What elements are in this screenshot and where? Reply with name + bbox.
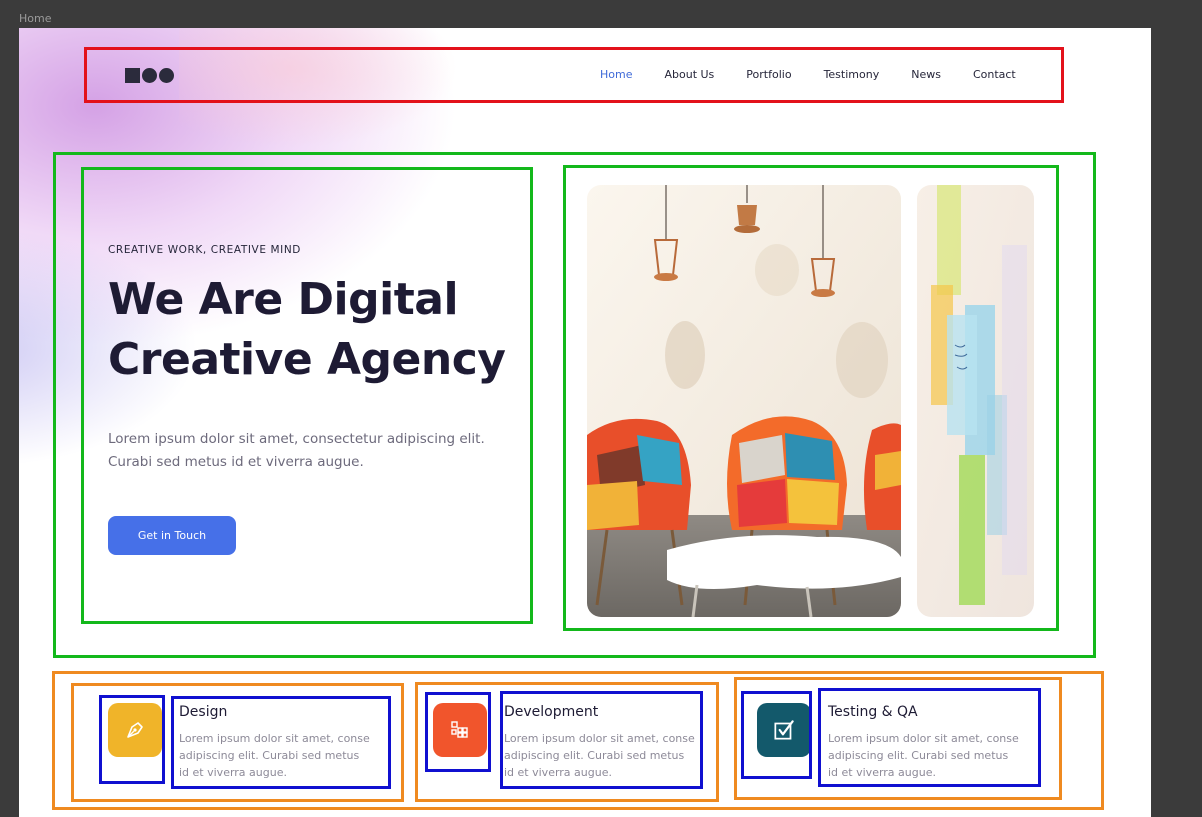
annotation-box-design-text bbox=[171, 696, 391, 789]
annotation-box-nav bbox=[84, 47, 1064, 103]
annotation-box-testing-text bbox=[818, 688, 1041, 787]
annotation-box-hero-text bbox=[81, 167, 533, 624]
annotation-box-development-icon bbox=[425, 692, 491, 772]
annotation-box-testing-icon bbox=[741, 691, 812, 779]
annotation-box-development-text bbox=[500, 691, 703, 789]
frame-label: Home bbox=[19, 12, 52, 25]
annotation-box-design-icon bbox=[99, 695, 165, 784]
annotation-box-hero-images bbox=[563, 165, 1059, 631]
